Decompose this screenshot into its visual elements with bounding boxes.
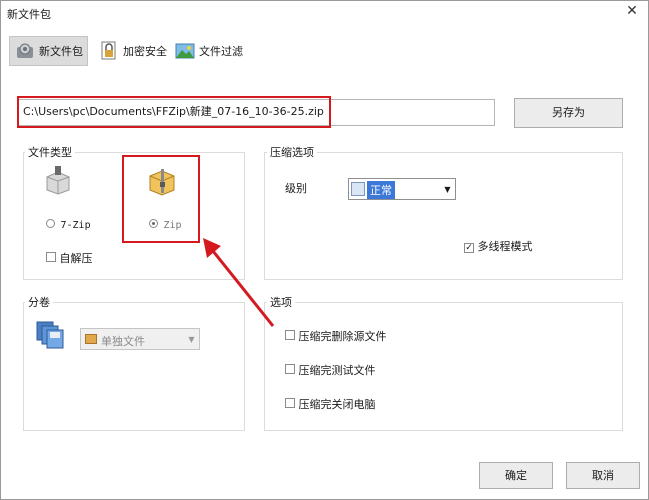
checkbox-checked-icon: ✓: [464, 243, 474, 253]
file-type-title: 文件类型: [25, 144, 75, 160]
radio-7zip-label: 7-Zip: [60, 220, 91, 231]
chevron-down-icon[interactable]: ▼: [440, 179, 455, 199]
new-package-icon: [15, 41, 35, 61]
radio-button: [46, 219, 55, 228]
tab-label: 新文件包: [39, 45, 83, 58]
checkbox: [285, 364, 295, 374]
checkbox-test-file[interactable]: 压缩完测试文件: [285, 362, 376, 378]
level-select[interactable]: 正常 ▼: [348, 178, 456, 200]
option-label: 压缩完删除源文件: [298, 330, 387, 343]
annotation-arrow-icon: [203, 238, 275, 327]
highlight-zip-option: [122, 155, 200, 243]
compression-title: 压缩选项: [267, 144, 317, 160]
checkbox-multithread[interactable]: ✓ 多线程模式: [464, 238, 533, 254]
multithread-label: 多线程模式: [477, 240, 533, 253]
checkbox: [46, 252, 56, 262]
split-value: 单独文件: [101, 335, 145, 348]
close-icon[interactable]: ✕: [625, 3, 639, 19]
split-select[interactable]: 单独文件 ▼: [80, 328, 200, 350]
checkbox: [285, 398, 295, 408]
save-as-button[interactable]: 另存为: [514, 98, 623, 128]
level-value: 正常: [367, 181, 395, 199]
filter-icon: [175, 41, 195, 61]
7zip-icon: [43, 165, 73, 195]
file-icon: [85, 334, 97, 344]
window-title: 新文件包: [7, 8, 51, 21]
tab-label: 加密安全: [123, 45, 167, 58]
tab-filter[interactable]: 文件过滤: [170, 36, 246, 66]
split-title: 分卷: [25, 294, 53, 310]
tab-new-package[interactable]: 新文件包: [9, 36, 88, 66]
split-disks-icon: [35, 320, 65, 350]
cancel-button[interactable]: 取消: [566, 462, 640, 489]
level-icon: [351, 182, 365, 196]
self-extract-label: 自解压: [59, 252, 93, 265]
checkbox-shutdown[interactable]: 压缩完关闭电脑: [285, 396, 376, 412]
checkbox-delete-source[interactable]: 压缩完删除源文件: [285, 328, 387, 344]
radio-7zip[interactable]: 7-Zip: [46, 218, 91, 231]
encrypt-icon: [99, 41, 119, 61]
option-label: 压缩完关闭电脑: [298, 398, 376, 411]
highlight-path-box: [17, 96, 331, 128]
compression-group: [264, 152, 623, 280]
ok-button[interactable]: 确定: [479, 462, 553, 489]
option-label: 压缩完测试文件: [298, 364, 376, 377]
checkbox-self-extract[interactable]: 自解压: [46, 250, 93, 266]
level-label: 级别: [285, 182, 307, 195]
checkbox: [285, 330, 295, 340]
tab-encrypt[interactable]: 加密安全: [94, 36, 170, 66]
tab-label: 文件过滤: [199, 45, 243, 58]
